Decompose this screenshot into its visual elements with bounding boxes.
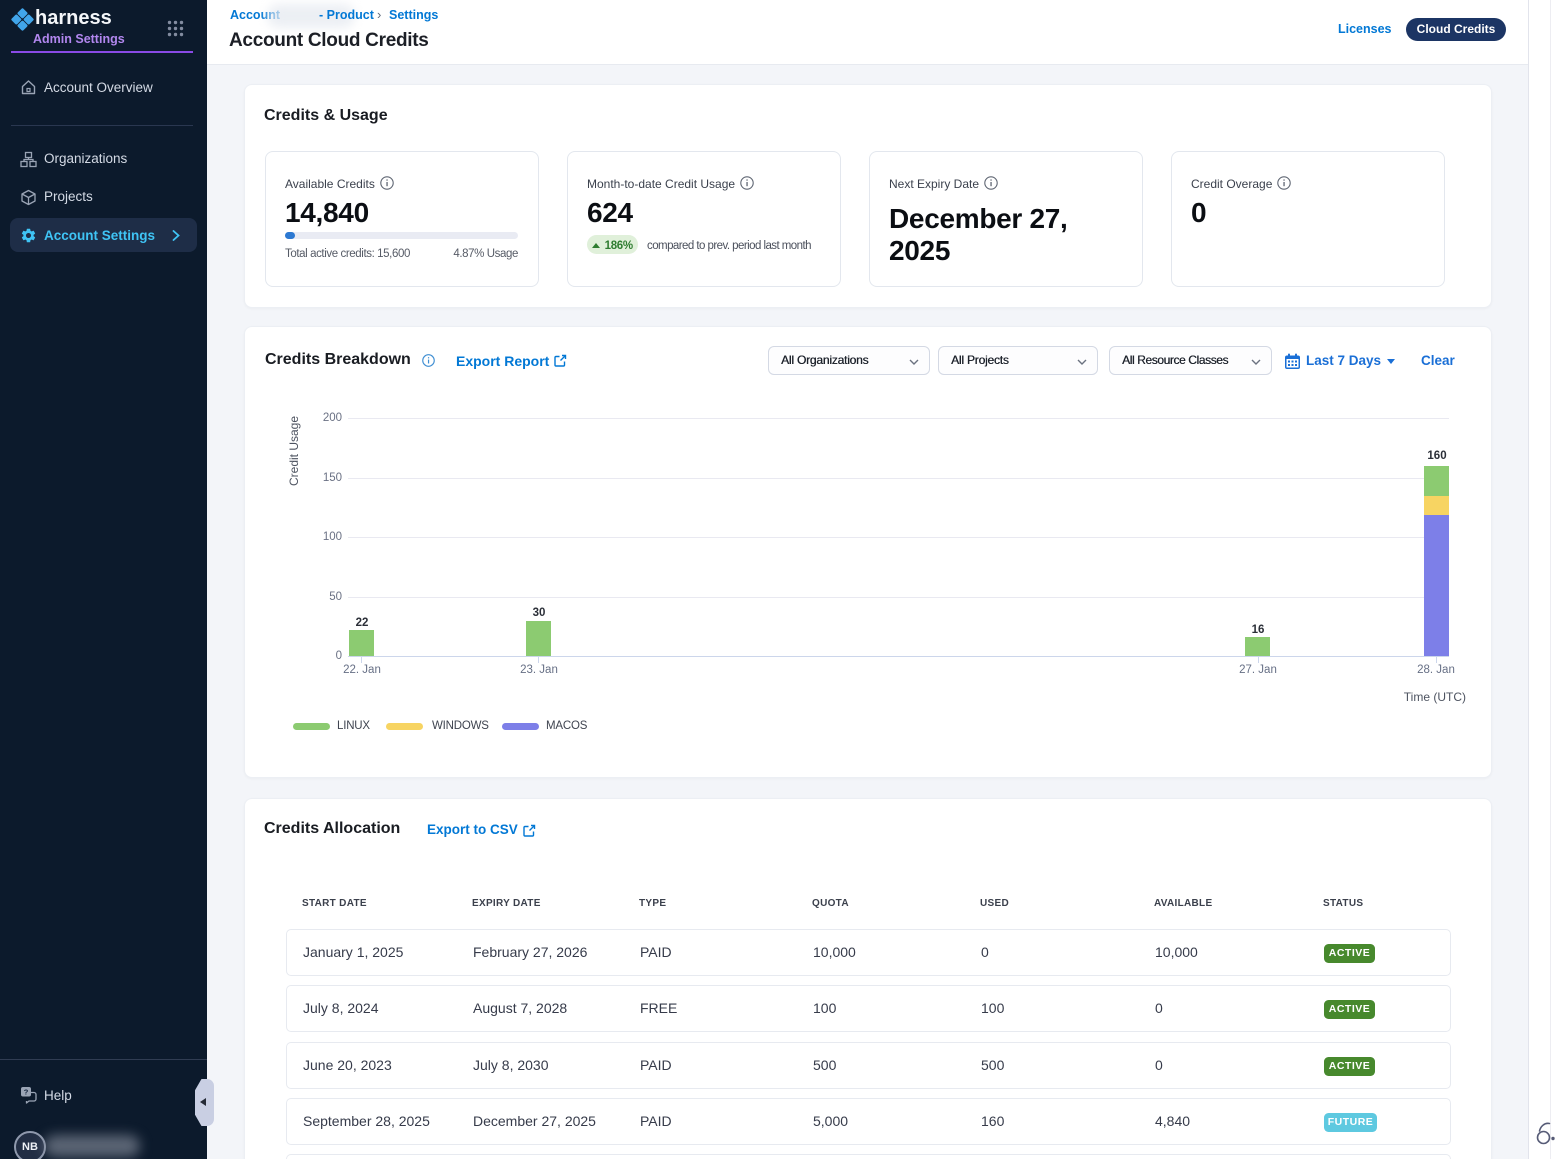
svg-text:?: ?	[24, 1088, 29, 1097]
